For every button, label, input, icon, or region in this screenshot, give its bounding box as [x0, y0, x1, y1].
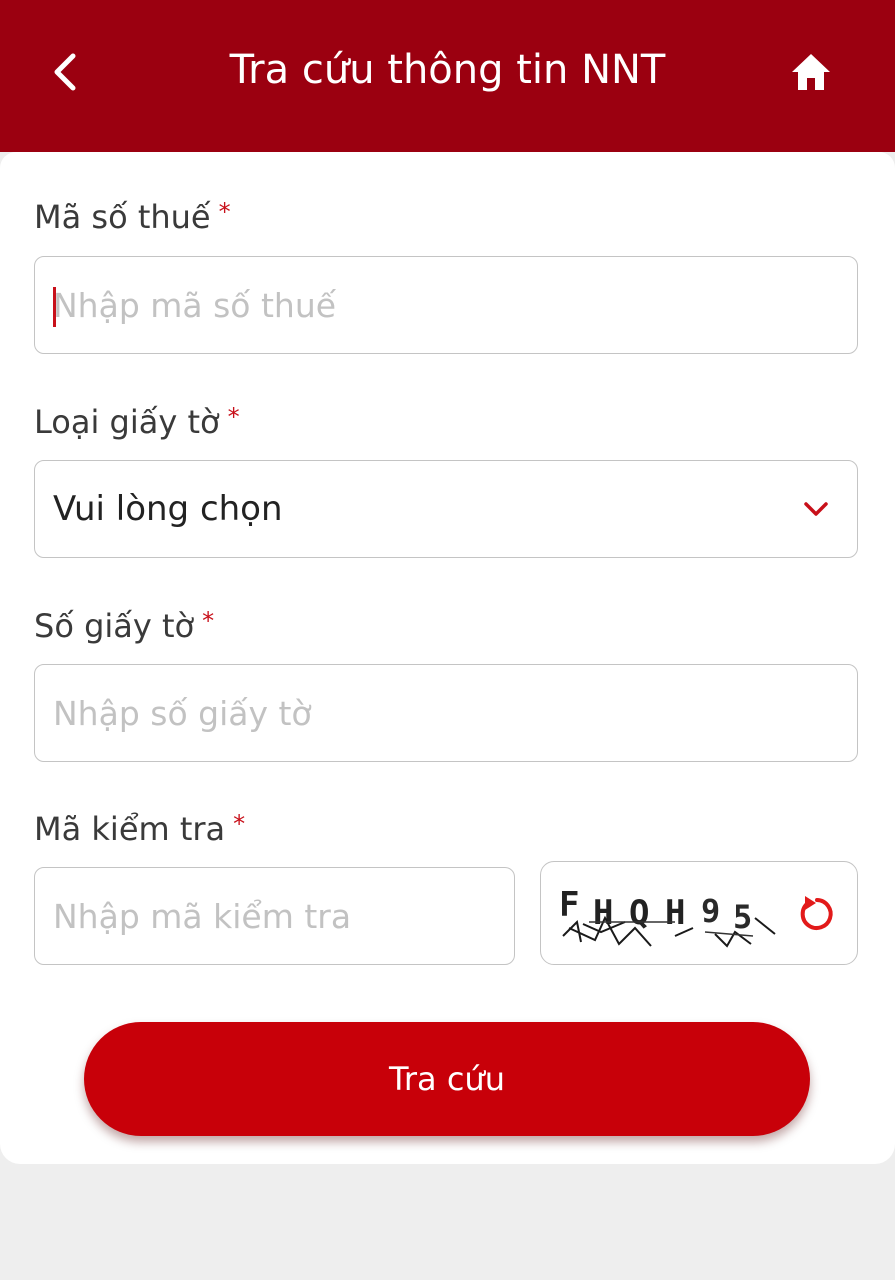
captcha-panel: F H Q H 9 5: [540, 861, 858, 965]
document-type-label: Loại giấy tờ *: [34, 397, 240, 442]
refresh-icon: [800, 896, 833, 930]
required-mark: *: [227, 403, 240, 431]
document-number-field[interactable]: [34, 664, 858, 762]
back-button[interactable]: [40, 46, 92, 98]
document-type-selected: Vui lòng chọn: [53, 489, 283, 529]
required-mark: *: [218, 198, 231, 226]
required-mark: *: [233, 810, 246, 838]
document-number-input[interactable]: [53, 665, 839, 761]
document-type-select[interactable]: Vui lòng chọn: [34, 460, 858, 558]
home-icon: [792, 54, 830, 90]
captcha-input[interactable]: [53, 868, 496, 964]
document-number-label-text: Số giấy tờ: [34, 607, 195, 645]
captcha-label-text: Mã kiểm tra: [34, 810, 226, 848]
tax-code-label-text: Mã số thuế: [34, 198, 211, 236]
tax-code-label: Mã số thuế *: [34, 192, 231, 237]
captcha-image: F H Q H 9 5: [559, 885, 776, 948]
document-number-label: Số giấy tờ *: [34, 601, 214, 646]
tax-code-field[interactable]: [34, 256, 858, 354]
form-card: Mã số thuế* Loại giấy tờ* Vui lòng chọn …: [0, 152, 895, 1164]
home-button[interactable]: [785, 46, 837, 98]
page-title: Tra cứu thông tin NNT: [229, 47, 666, 93]
document-type-label-text: Loại giấy tờ: [34, 403, 220, 441]
chevron-left-icon: [54, 53, 76, 91]
svg-text:Q: Q: [629, 893, 649, 933]
required-mark: *: [202, 607, 215, 635]
tax-code-input[interactable]: [53, 257, 839, 353]
app-header: Tra cứu thông tin NNT: [0, 0, 895, 152]
refresh-captcha-button[interactable]: [795, 892, 839, 936]
captcha-label: Mã kiểm tra *: [34, 804, 245, 849]
svg-text:F: F: [559, 885, 579, 925]
svg-text:H: H: [665, 893, 685, 933]
lookup-button[interactable]: Tra cứu: [84, 1022, 810, 1136]
captcha-field[interactable]: [34, 867, 515, 965]
chevron-down-icon: [801, 494, 831, 524]
svg-text:5: 5: [733, 898, 752, 936]
svg-text:9: 9: [701, 892, 720, 930]
